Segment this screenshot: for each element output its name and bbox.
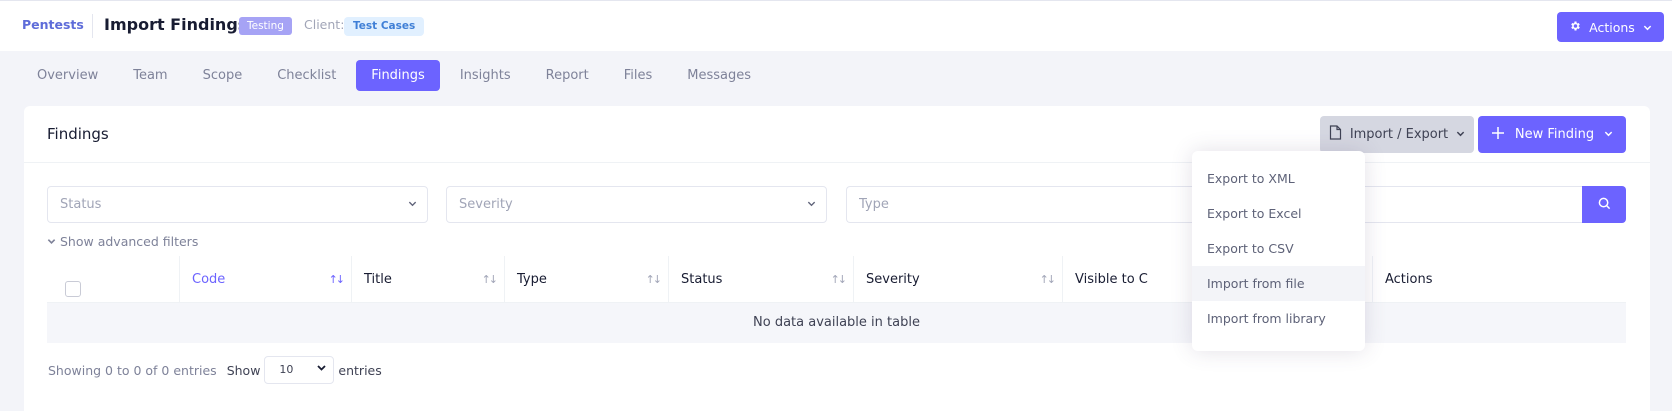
import-export-label: Import / Export [1349, 127, 1449, 142]
menu-item-import-file[interactable]: Import from file [1192, 266, 1365, 301]
severity-select[interactable]: Severity [446, 186, 827, 223]
tab-findings[interactable]: Findings [356, 60, 440, 91]
column-header-severity[interactable]: Severity ↑↓ [853, 256, 1062, 303]
plus-icon [1491, 126, 1505, 144]
actions-button[interactable]: Actions [1557, 12, 1664, 42]
menu-item-import-library[interactable]: Import from library [1192, 301, 1365, 336]
chevron-down-icon [316, 357, 327, 383]
chevron-down-icon [807, 187, 816, 222]
menu-item-export-csv[interactable]: Export to CSV [1192, 231, 1365, 266]
menu-item-export-xml[interactable]: Export to XML [1192, 161, 1365, 196]
show-advanced-filters-label: Show advanced filters [60, 234, 199, 249]
page-length-select[interactable]: 10 [264, 356, 335, 384]
top-header: Pentests Import Findings Testing Client:… [0, 0, 1672, 51]
column-header-status[interactable]: Status ↑↓ [668, 256, 853, 303]
search-button[interactable] [1582, 186, 1626, 223]
chevron-down-icon [1643, 20, 1652, 35]
tab-checklist[interactable]: Checklist [262, 60, 351, 91]
status-select[interactable]: Status [47, 186, 428, 223]
select-all-checkbox[interactable] [65, 281, 81, 297]
card-title: Findings [47, 125, 109, 143]
client-badge[interactable]: Test Cases [344, 17, 425, 36]
import-export-button[interactable]: Import / Export [1320, 116, 1474, 153]
tab-overview[interactable]: Overview [22, 60, 113, 91]
chevron-down-icon [408, 187, 417, 222]
tab-files[interactable]: Files [609, 60, 668, 91]
column-header-actions: Actions [1372, 256, 1626, 303]
status-select-placeholder: Status [60, 197, 102, 212]
column-header-type[interactable]: Type ↑↓ [504, 256, 668, 303]
tab-team[interactable]: Team [118, 60, 182, 91]
sort-icon: ↑↓ [645, 273, 663, 286]
show-advanced-filters-toggle[interactable]: Show advanced filters [47, 234, 198, 249]
page-title: Import Findings [104, 15, 248, 34]
column-header-code[interactable]: Code ↑↓ [179, 256, 351, 303]
new-finding-label: New Finding [1514, 127, 1595, 142]
sort-icon: ↑↓ [1039, 273, 1057, 286]
sort-icon: ↑↓ [830, 273, 848, 286]
breadcrumb-pentests-link[interactable]: Pentests [22, 17, 84, 32]
gear-icon [1569, 20, 1581, 35]
show-label: Show [226, 362, 261, 378]
status-badge: Testing [239, 17, 292, 35]
sort-icon: ↑↓ [481, 273, 499, 286]
findings-card: Findings Import / Export New Finding Sta… [24, 106, 1650, 411]
table-empty-row: No data available in table [47, 303, 1626, 343]
tab-scope[interactable]: Scope [188, 60, 258, 91]
new-finding-button[interactable]: New Finding [1478, 116, 1626, 153]
file-icon [1329, 125, 1342, 144]
severity-select-placeholder: Severity [459, 197, 513, 212]
tab-insights[interactable]: Insights [445, 60, 526, 91]
tab-messages[interactable]: Messages [672, 60, 766, 91]
page-length-value: 10 [279, 363, 294, 376]
client-label: Client: [304, 17, 345, 32]
chevron-down-icon [1604, 127, 1613, 142]
column-header-title[interactable]: Title ↑↓ [351, 256, 504, 303]
chevron-down-icon [1456, 127, 1465, 142]
entries-info: Showing 0 to 0 of 0 entries [48, 362, 217, 378]
table-header: Code ↑↓ Title ↑↓ Type ↑↓ Status ↑↓ Severity ↑… [47, 256, 1626, 303]
sort-asc-icon: ↑↓ [328, 273, 346, 286]
table-footer: Showing 0 to 0 of 0 entries Show 10 entr… [48, 356, 382, 384]
tab-bar: Overview Team Scope Checklist Findings I… [22, 60, 771, 91]
chevron-down-icon [47, 234, 56, 249]
tab-report[interactable]: Report [531, 60, 604, 91]
card-header: Findings Import / Export New Finding [24, 106, 1650, 163]
entries-label: entries [338, 362, 382, 378]
header-divider [92, 14, 93, 38]
import-export-menu: Export to XML Export to Excel Export to … [1192, 151, 1365, 351]
menu-item-export-excel[interactable]: Export to Excel [1192, 196, 1365, 231]
actions-label: Actions [1589, 19, 1635, 35]
search-icon [1598, 195, 1611, 214]
